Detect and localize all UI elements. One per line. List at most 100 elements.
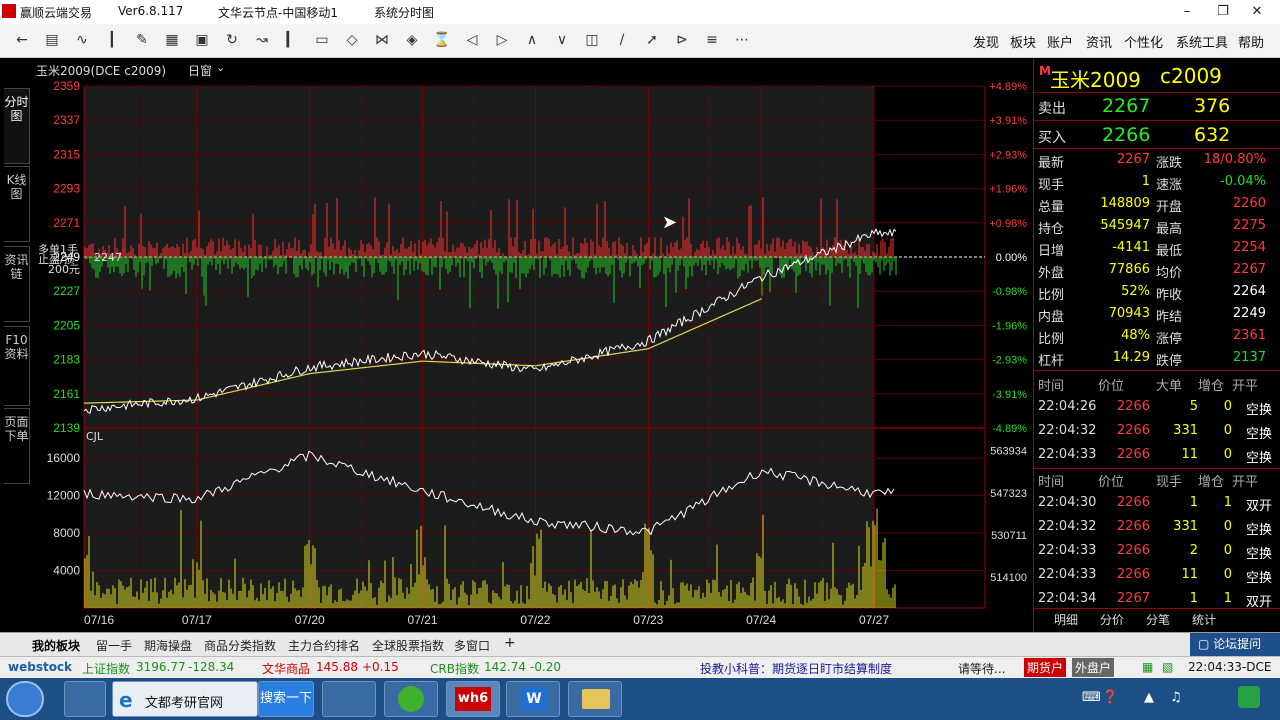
side-tab-order[interactable]: 页面下单 bbox=[4, 408, 30, 484]
close-button[interactable]: ✕ bbox=[1234, 0, 1280, 24]
paint-app-icon[interactable] bbox=[322, 681, 376, 717]
volume-icon[interactable]: ♫ bbox=[1170, 690, 1182, 705]
line-chart-icon[interactable]: ∿ bbox=[72, 30, 92, 50]
tray-arrow-icon[interactable]: ▲ bbox=[1144, 690, 1154, 705]
wechat-icon[interactable] bbox=[1238, 686, 1260, 708]
detail-tab[interactable]: 明细 bbox=[1054, 611, 1078, 628]
quote-row: 内盘 70943 昨结 2249 bbox=[1034, 304, 1280, 326]
side-tab-kline[interactable]: K线图 bbox=[4, 166, 30, 242]
trend-icon[interactable]: ↝ bbox=[252, 30, 272, 50]
volume-tick-label: 4000 bbox=[53, 564, 80, 578]
quote-value: 2137 bbox=[1232, 350, 1266, 365]
forum-button[interactable]: ▢ 论坛提问 bbox=[1190, 633, 1280, 656]
arrow-left-icon[interactable]: ◁ bbox=[462, 30, 482, 50]
arrow-down-icon[interactable]: ∨ bbox=[552, 30, 572, 50]
arrow-up-icon[interactable]: ∧ bbox=[522, 30, 542, 50]
news-ticker[interactable]: 投教小科普：期货逐日盯市结算制度 bbox=[700, 660, 892, 677]
tab-my-sector[interactable]: 我的板块 bbox=[32, 637, 80, 654]
quote-label: 跌停 bbox=[1156, 354, 1183, 369]
quote-panel: M 玉米2009 c2009 卖出 2267 376 买入 2266 632 最… bbox=[1033, 58, 1280, 632]
folder-app-icon[interactable] bbox=[568, 681, 622, 717]
crb-index-value: 142.74 bbox=[484, 660, 526, 674]
arrow-right-icon[interactable]: ▷ bbox=[492, 30, 512, 50]
save-icon[interactable]: ▣ bbox=[192, 30, 212, 50]
list-icon[interactable]: ▤ bbox=[42, 30, 62, 50]
quote-label: 昨收 bbox=[1156, 288, 1183, 303]
menu-item-help[interactable]: 帮助 bbox=[1238, 32, 1264, 51]
ruler-icon[interactable]: ⊳ bbox=[672, 30, 692, 50]
draw-icon[interactable]: ✎ bbox=[132, 30, 152, 50]
ie-taskbar-button[interactable]: e 文都考研官网 bbox=[112, 681, 258, 717]
cell: 331 bbox=[1173, 423, 1198, 438]
x-tick-label: 07/16 bbox=[84, 613, 114, 627]
cell: 11 bbox=[1181, 567, 1198, 582]
app-version: Ver6.8.117 bbox=[118, 4, 184, 18]
candlestick-icon[interactable]: ┃ bbox=[102, 30, 122, 50]
start-button[interactable] bbox=[6, 681, 44, 717]
timeshare-chart[interactable]: 2359 +4.89% 2337 +3.91% 2315 +2.93% 2293 +1.96%… bbox=[34, 58, 1030, 632]
keyboard-icon[interactable]: ⌨ bbox=[1082, 690, 1101, 705]
tab-multi-window[interactable]: 多窗口 bbox=[454, 637, 490, 654]
detail-tab[interactable]: 分价 bbox=[1100, 611, 1124, 628]
add-tab-button[interactable]: + bbox=[504, 635, 516, 651]
server-node[interactable]: 文华云节点-中国移动1 bbox=[218, 4, 338, 21]
sh-index-value: 3196.77 bbox=[136, 660, 186, 674]
ask-volume: 376 bbox=[1194, 95, 1231, 117]
side-tab-news[interactable]: 资讯链 bbox=[4, 246, 30, 322]
menu-item-info[interactable]: 资讯 bbox=[1086, 32, 1112, 51]
quote-label: 比例 bbox=[1038, 332, 1065, 347]
big-order-row[interactable]: 22:04:26 2266 5 0 空换 bbox=[1034, 396, 1280, 420]
quote-value: 1 bbox=[1141, 174, 1150, 189]
zoom-out-icon[interactable]: ⋈ bbox=[372, 30, 392, 50]
box-icon[interactable]: ▭ bbox=[312, 30, 332, 50]
tick-row[interactable]: 22:04:33 2266 2 0 空换 bbox=[1034, 540, 1280, 564]
detail-tab[interactable]: 分笔 bbox=[1146, 611, 1170, 628]
help-icon[interactable]: ❓ bbox=[1102, 690, 1118, 705]
tick-row[interactable]: 22:04:30 2266 1 1 双开 bbox=[1034, 492, 1280, 516]
oi-tick-label: 547323 bbox=[990, 488, 1027, 500]
zoom-in-icon[interactable]: ◇ bbox=[342, 30, 362, 50]
tab-global-stock-index[interactable]: 全球股票指数 bbox=[372, 637, 444, 654]
refresh-icon[interactable]: ↻ bbox=[222, 30, 242, 50]
tab-commodity-index[interactable]: 商品分类指数 bbox=[204, 637, 276, 654]
big-order-row[interactable]: 22:04:32 2266 331 0 空换 bbox=[1034, 420, 1280, 444]
detail-tab[interactable]: 统计 bbox=[1192, 611, 1216, 628]
side-tab-f10[interactable]: F10资料 bbox=[4, 326, 30, 406]
cell: 2267 bbox=[1116, 591, 1150, 606]
menu-item-account[interactable]: 账户 bbox=[1047, 32, 1073, 51]
hourglass-icon[interactable]: ⌛ bbox=[432, 30, 452, 50]
tab-liuyishou[interactable]: 留一手 bbox=[96, 637, 132, 654]
more-icon[interactable]: ⋯ bbox=[732, 30, 752, 50]
refresh-app-icon[interactable] bbox=[384, 681, 438, 717]
menu-item-tools[interactable]: 系统工具 bbox=[1176, 32, 1228, 51]
futures-account-button[interactable]: 期货户 bbox=[1024, 658, 1067, 677]
tab-main-contract-rank[interactable]: 主力合约排名 bbox=[288, 637, 360, 654]
tick-row[interactable]: 22:04:32 2266 331 0 空换 bbox=[1034, 516, 1280, 540]
price-tick-label: 2183 bbox=[53, 353, 80, 367]
pen-icon[interactable]: ∕ bbox=[612, 30, 632, 50]
qq-browser-icon[interactable] bbox=[64, 681, 106, 717]
back-icon[interactable]: ← bbox=[12, 30, 32, 50]
quote-label: 现手 bbox=[1038, 178, 1065, 193]
grid-icon[interactable]: ▦ bbox=[162, 30, 182, 50]
tick-row[interactable]: 22:04:33 2266 11 0 空换 bbox=[1034, 564, 1280, 588]
search-button[interactable]: 搜索一下 bbox=[258, 681, 314, 717]
menu-item-personalize[interactable]: 个性化 bbox=[1124, 32, 1163, 51]
side-tab-timeshare[interactable]: 分时图 bbox=[4, 88, 30, 164]
foreign-account-button[interactable]: 外盘户 bbox=[1072, 658, 1115, 677]
menu-item-sector[interactable]: 板块 bbox=[1010, 32, 1036, 51]
tab-qihai[interactable]: 期海操盘 bbox=[144, 637, 192, 654]
line-tool-icon[interactable]: ➚ bbox=[642, 30, 662, 50]
wps-app-icon[interactable]: W bbox=[506, 681, 560, 717]
layout-icon[interactable]: ◫ bbox=[582, 30, 602, 50]
quote-row: 总量 148809 开盘 2260 bbox=[1034, 194, 1280, 216]
menu-item-discover[interactable]: 发现 bbox=[973, 32, 999, 51]
cell: 2266 bbox=[1116, 567, 1150, 582]
quote-label: 涨跌 bbox=[1156, 156, 1183, 171]
scale-icon[interactable]: ◈ bbox=[402, 30, 422, 50]
big-order-row[interactable]: 22:04:33 2266 11 0 空换 bbox=[1034, 444, 1280, 468]
column-header: 价位 bbox=[1098, 475, 1125, 490]
bar-icon[interactable]: ▎ bbox=[282, 30, 302, 50]
wh6-app-icon[interactable]: wh6 bbox=[446, 681, 500, 717]
table-icon[interactable]: ≡ bbox=[702, 30, 722, 50]
